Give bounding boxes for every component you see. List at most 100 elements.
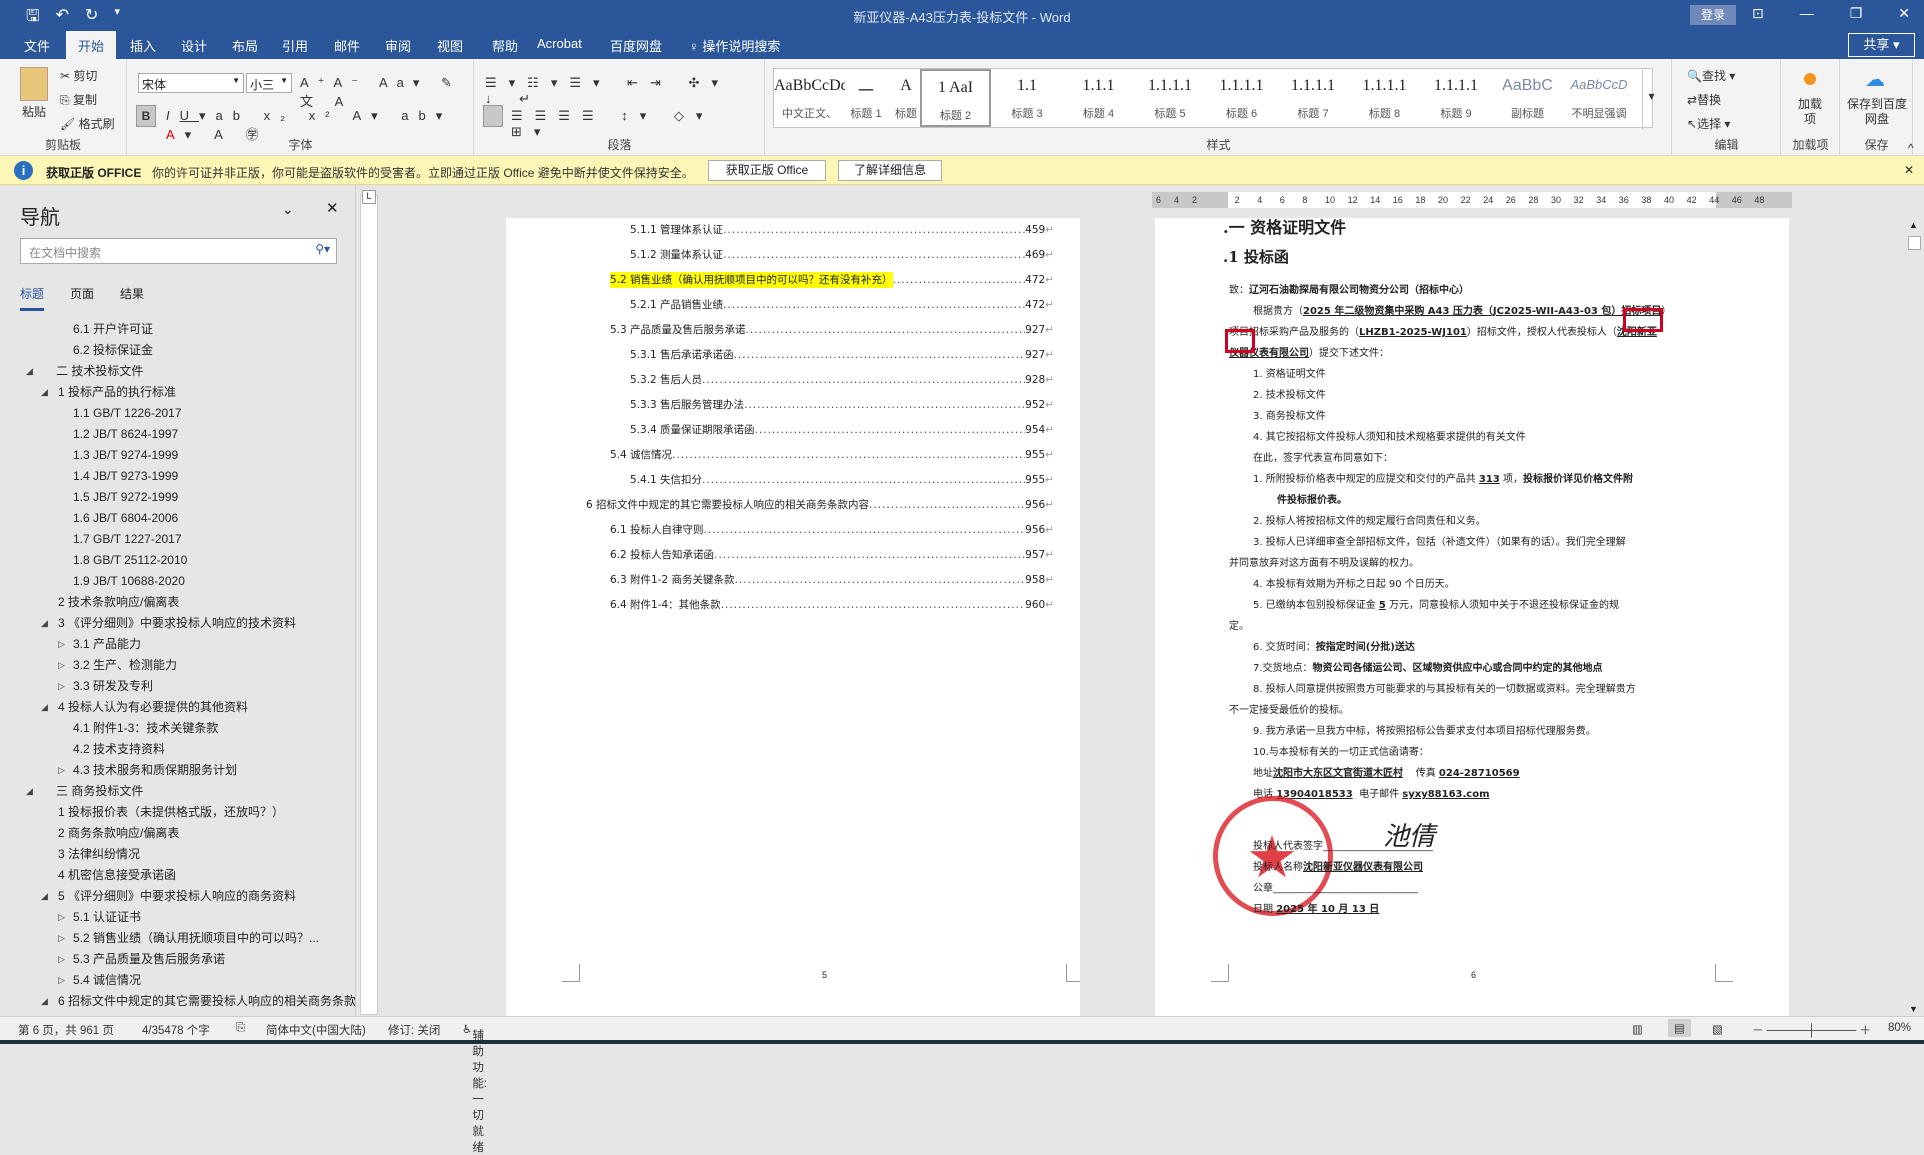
toc-entry[interactable]: 6 招标文件中规定的其它需要投标人响应的相关商务条款内容............… [586, 497, 1054, 513]
find-button[interactable]: 🔍查找 ▾ [1687, 67, 1735, 84]
collapsed-icon[interactable]: ▷ [58, 634, 65, 655]
collapsed-icon[interactable]: ▷ [58, 655, 65, 676]
tab-1[interactable]: 开始 [66, 31, 117, 59]
close-bar-icon[interactable]: ✕ [1904, 163, 1914, 177]
nav-heading-item[interactable]: 1.9 JB/T 10688-2020 [0, 571, 355, 592]
horizontal-ruler[interactable]: 6 4 2 2 4 6 8 10 12 14 16 18 20 22 24 26 28 30 32 34 36 38 40 4… [1152, 192, 1792, 208]
nav-heading-item[interactable]: 3 法律纠纷情况 [0, 844, 355, 865]
nav-heading-item[interactable]: 1.4 JB/T 9273-1999 [0, 466, 355, 487]
nav-heading-item[interactable]: ▷ 3.3 研发及专利 [0, 676, 355, 697]
toc-entry[interactable]: 5.2 销售业绩（确认用抚顺项目中的可以吗？还有没有补充）...........… [610, 272, 1054, 288]
nav-heading-item[interactable]: ◢ 1 投标产品的执行标准 [0, 382, 355, 403]
nav-heading-item[interactable]: 1.2 JB/T 8624-1997 [0, 424, 355, 445]
tab-4[interactable]: 布局 [232, 36, 258, 55]
login-button[interactable]: 登录 [1690, 5, 1736, 25]
track-changes[interactable]: 修订: 关闭 [388, 1022, 440, 1038]
tab-6[interactable]: 邮件 [334, 36, 360, 55]
close-icon[interactable]: ✕ [1898, 5, 1910, 22]
word-count[interactable]: 4/35478 个字 [142, 1022, 210, 1038]
learn-more-button[interactable]: 了解详细信息 [838, 160, 942, 181]
accessibility-status[interactable]: ♿ 辅助功能: 一切就绪 [462, 1022, 487, 1154]
ribbon-display-icon[interactable]: ⊡ [1752, 5, 1764, 22]
baidu-cloud-icon[interactable]: ☁ [1865, 67, 1885, 92]
tab-12[interactable]: ♀ 操作说明搜索 [689, 36, 780, 55]
font-name-select[interactable]: 宋体 ▼ [138, 73, 244, 93]
toc-entry[interactable]: 5.3 产品质量及售后服务承诺.........................… [610, 322, 1054, 338]
scroll-thumb[interactable] [1908, 236, 1921, 250]
collapsed-icon[interactable]: ▷ [58, 907, 65, 928]
list-buttons[interactable]: ☰▾☷▾☰▾ ⇤⇥ ✣▾ ↓ ↵ [485, 75, 764, 107]
collapsed-icon[interactable]: ▷ [58, 928, 65, 949]
nav-heading-item[interactable]: 6.1 开户许可证 [0, 319, 355, 340]
collapsed-icon[interactable]: ▷ [58, 970, 65, 991]
tab-0[interactable]: 文件 [24, 36, 50, 55]
font-size-select[interactable]: 小三 ▼ [246, 73, 292, 93]
search-icon[interactable]: ⚲▾ [315, 242, 330, 256]
expanded-icon[interactable]: ◢ [41, 886, 48, 907]
style-4[interactable]: 1.1 标题 3 [992, 69, 1063, 127]
nav-heading-item[interactable]: 4 机密信息接受承诺函 [0, 865, 355, 886]
nav-heading-item[interactable]: 4.2 技术支持资料 [0, 739, 355, 760]
tab-headings[interactable]: 标题 [20, 285, 45, 311]
cut-button[interactable]: ✂ 剪切 [60, 67, 97, 84]
collapsed-icon[interactable]: ▷ [58, 949, 65, 970]
print-layout-icon[interactable]: ▤ [1668, 1019, 1691, 1037]
nav-heading-item[interactable]: ◢ 6 招标文件中规定的其它需要投标人响应的相关商务条款内容 [0, 991, 355, 1012]
toc-entry[interactable]: 5.3.4 质量保证期限承诺函.........................… [630, 422, 1054, 438]
style-1[interactable]: 一标题 1 [846, 69, 886, 127]
nav-heading-item[interactable]: ▷ 5.1 认证证书 [0, 907, 355, 928]
nav-heading-item[interactable]: ▷ 4.3 技术服务和质保期服务计划 [0, 760, 355, 781]
style-8[interactable]: 1.1.1.1 标题 7 [1278, 69, 1349, 127]
style-3[interactable]: 1 AaI 标题 2 [920, 69, 991, 127]
nav-heading-item[interactable]: 1.8 GB/T 25112-2010 [0, 550, 355, 571]
nav-close-icon[interactable]: ✕ [326, 199, 339, 217]
font-tools[interactable]: A⁺A⁻ Aa▾ ✎ 文 A [300, 75, 473, 110]
toc-entry[interactable]: 6.4 附件1-4：其他条款..........................… [610, 597, 1054, 613]
nav-options-icon[interactable]: ⌄ [282, 201, 294, 218]
nav-search-input[interactable]: 在文档中搜索 ⚲▾ [20, 238, 337, 264]
expanded-icon[interactable]: ◢ [41, 382, 48, 403]
page-count[interactable]: 第 6 页，共 961 页 [18, 1022, 114, 1038]
style-5[interactable]: 1.1.1 标题 4 [1063, 69, 1134, 127]
toc-entry[interactable]: 6.3 附件1-2 商务关键条款........................… [610, 572, 1054, 588]
styles-more-icon[interactable]: ▾ [1642, 69, 1660, 129]
get-genuine-button[interactable]: 获取正版 Office [708, 160, 826, 181]
share-button[interactable]: 共享 ▾ [1848, 33, 1915, 57]
expanded-icon[interactable]: ◢ [41, 991, 48, 1012]
nav-heading-item[interactable]: ▷ 3.1 产品能力 [0, 634, 355, 655]
toc-entry[interactable]: 5.1.1 管理体系认证............................… [630, 222, 1054, 238]
nav-heading-item[interactable]: ◢ 三 商务投标文件 [0, 781, 355, 802]
nav-heading-item[interactable]: ◢ 4 投标人认为有必要提供的其他资料 [0, 697, 355, 718]
select-button[interactable]: ↖选择 ▾ [1687, 115, 1730, 132]
collapse-ribbon-icon[interactable]: ^ [1908, 141, 1914, 155]
toc-entry[interactable]: 5.3.1 售后承诺承诺函...........................… [630, 347, 1054, 363]
bold-button[interactable]: B [136, 105, 156, 127]
expanded-icon[interactable]: ◢ [26, 361, 33, 382]
tab-selector[interactable]: L [362, 190, 376, 204]
web-layout-icon[interactable]: ▧ [1712, 1022, 1723, 1036]
toc-entry[interactable]: 5.3.2 售后人员..............................… [630, 372, 1054, 388]
collapsed-icon[interactable]: ▷ [58, 676, 65, 697]
paste-icon[interactable] [20, 67, 48, 101]
nav-heading-item[interactable]: 1.6 JB/T 6804-2006 [0, 508, 355, 529]
language[interactable]: 简体中文(中国大陆) [266, 1022, 366, 1038]
style-7[interactable]: 1.1.1.1 标题 6 [1206, 69, 1277, 127]
nav-heading-item[interactable]: 2 技术条款响应/偏离表 [0, 592, 355, 613]
zoom-level[interactable]: 80% [1888, 1022, 1911, 1034]
nav-heading-item[interactable]: 1.5 JB/T 9272-1999 [0, 487, 355, 508]
style-0[interactable]: AaBbCcDdI 中文正文、 [774, 69, 845, 127]
tab-7[interactable]: 审阅 [385, 36, 411, 55]
nav-heading-item[interactable]: 1 投标报价表（未提供格式版，还放吗？） [0, 802, 355, 823]
copy-button[interactable]: ⎘ 复制 [60, 91, 97, 108]
replace-button[interactable]: ⇄替换 [1687, 91, 1721, 108]
save-baidu-button[interactable]: 保存到百度网盘 [1847, 97, 1907, 127]
toc-entry[interactable]: 5.4.1 失信扣分..............................… [630, 472, 1054, 488]
toc-entry[interactable]: 5.3.3 售后服务管理办法..........................… [630, 397, 1054, 413]
tab-5[interactable]: 引用 [282, 36, 308, 55]
align-left-button[interactable] [483, 105, 503, 127]
tab-pages[interactable]: 页面 [70, 285, 94, 311]
read-mode-icon[interactable]: ▥ [1632, 1022, 1643, 1036]
nav-heading-item[interactable]: ▷ 5.4 诚信情况 [0, 970, 355, 991]
tab-3[interactable]: 设计 [181, 36, 207, 55]
format-painter-button[interactable]: 🖌 格式刷 [60, 115, 115, 132]
